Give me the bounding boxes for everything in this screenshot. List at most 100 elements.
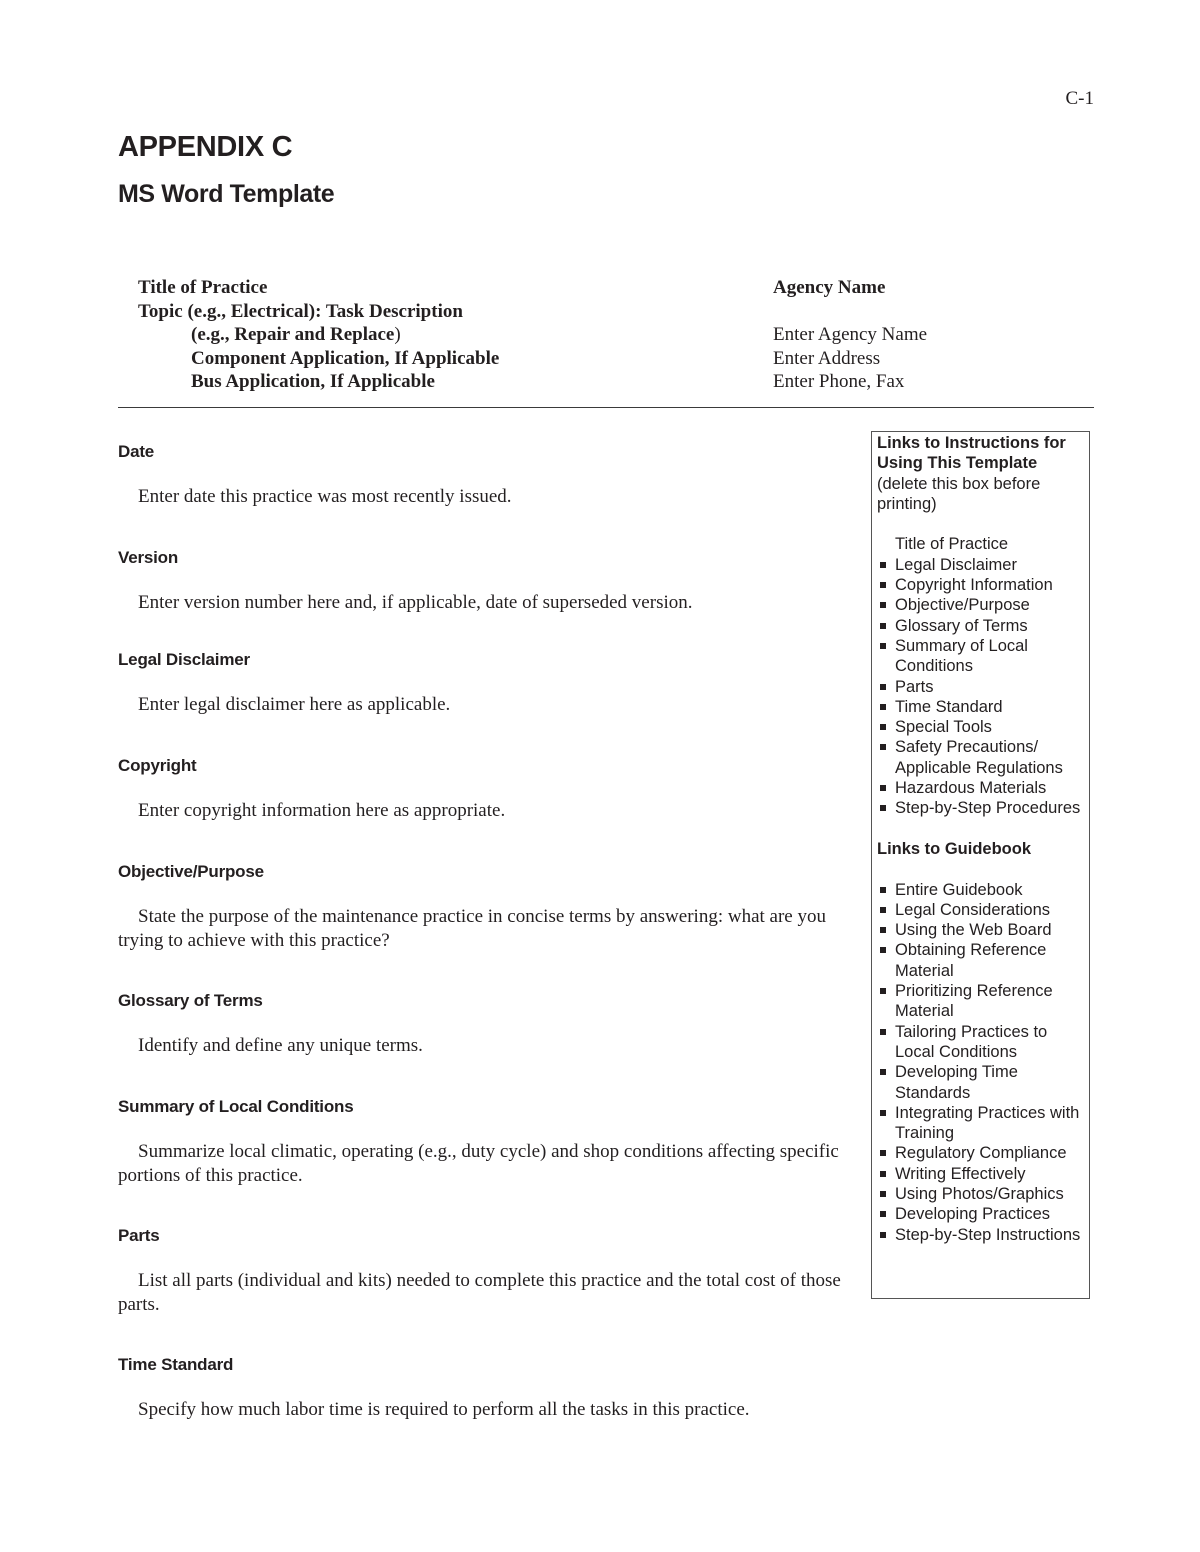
bullet-icon bbox=[880, 785, 886, 792]
section-legal-disclaimer: Legal Disclaimer Enter legal disclaimer … bbox=[118, 650, 850, 717]
instruction-link-copyright-information[interactable]: Copyright Information bbox=[877, 575, 1089, 595]
instruction-link-glossary-of-terms[interactable]: Glossary of Terms bbox=[877, 616, 1089, 636]
instruction-link-legal-disclaimer[interactable]: Legal Disclaimer bbox=[877, 555, 1089, 575]
link-label: Using the Web Board bbox=[895, 921, 1052, 940]
link-label: Time Standard bbox=[895, 697, 1003, 716]
practice-title: Title of Practice bbox=[138, 277, 268, 298]
agency-name-field: Enter Agency Name bbox=[773, 324, 928, 345]
section-body: Enter version number here and, if applic… bbox=[138, 592, 693, 613]
instruction-links-list: Title of Practice Legal Disclaimer Copyr… bbox=[877, 534, 1089, 818]
link-label: Copyright Information bbox=[895, 576, 1053, 595]
section-body: State the purpose of the maintenance pra… bbox=[118, 906, 826, 951]
bullet-icon bbox=[880, 642, 886, 649]
instruction-link-title-of-practice[interactable]: Title of Practice bbox=[877, 534, 1089, 554]
section-body: Enter legal disclaimer here as applicabl… bbox=[138, 694, 451, 715]
guidebook-link-writing-effectively[interactable]: Writing Effectively bbox=[877, 1164, 1089, 1184]
bullet-icon bbox=[880, 1028, 886, 1035]
instruction-link-time-standard[interactable]: Time Standard bbox=[877, 697, 1089, 717]
link-label: Safety Precautions/ Applicable Regulatio… bbox=[895, 738, 1063, 777]
link-label: Writing Effectively bbox=[895, 1164, 1026, 1183]
instruction-link-step-by-step-procedures[interactable]: Step-by-Step Procedures bbox=[877, 798, 1089, 818]
section-heading: Glossary of Terms bbox=[118, 991, 263, 1010]
bullet-icon bbox=[880, 1231, 886, 1238]
section-copyright: Copyright Enter copyright information he… bbox=[118, 756, 850, 823]
guidebook-link-regulatory-compliance[interactable]: Regulatory Compliance bbox=[877, 1143, 1089, 1163]
guidebook-link-step-by-step-instructions[interactable]: Step-by-Step Instructions bbox=[877, 1225, 1089, 1245]
agency-block: Agency Name Enter Agency Name Enter Addr… bbox=[773, 276, 927, 394]
bullet-icon bbox=[880, 683, 886, 690]
section-body: Enter date this practice was most recent… bbox=[138, 486, 512, 507]
section-time-standard: Time Standard Specify how much labor tim… bbox=[118, 1355, 850, 1422]
bullet-icon bbox=[880, 582, 886, 589]
section-body: List all parts (individual and kits) nee… bbox=[118, 1270, 841, 1315]
bullet-icon bbox=[880, 724, 886, 731]
guidebook-link-tailoring-practices[interactable]: Tailoring Practices to Local Conditions bbox=[877, 1022, 1089, 1063]
section-heading: Legal Disclaimer bbox=[118, 650, 250, 669]
instruction-link-parts[interactable]: Parts bbox=[877, 677, 1089, 697]
link-label: Objective/Purpose bbox=[895, 596, 1030, 615]
task-example-close-paren: ) bbox=[394, 324, 401, 345]
instruction-link-summary-of-local-conditions[interactable]: Summary of Local Conditions bbox=[877, 636, 1089, 677]
practice-header: Title of Practice Topic (e.g., Electrica… bbox=[138, 276, 499, 394]
guidebook-link-integrating-practices[interactable]: Integrating Practices with Training bbox=[877, 1103, 1089, 1144]
guidebook-link-developing-practices[interactable]: Developing Practices bbox=[877, 1204, 1089, 1224]
bullet-icon bbox=[880, 1069, 886, 1076]
link-label: Step-by-Step Instructions bbox=[895, 1225, 1081, 1244]
appendix-subtitle: MS Word Template bbox=[118, 180, 335, 208]
section-heading: Time Standard bbox=[118, 1355, 234, 1374]
bullet-icon bbox=[880, 602, 886, 609]
guidebook-link-obtaining-reference-material[interactable]: Obtaining Reference Material bbox=[877, 940, 1089, 981]
link-label: Legal Considerations bbox=[895, 900, 1051, 919]
section-body: Enter copyright information here as appr… bbox=[138, 800, 506, 821]
link-label: Hazardous Materials bbox=[895, 779, 1047, 798]
guidebook-link-entire-guidebook[interactable]: Entire Guidebook bbox=[877, 880, 1089, 900]
section-heading: Date bbox=[118, 442, 155, 461]
link-label: Entire Guidebook bbox=[895, 880, 1023, 899]
instructions-links-box: Links to Instructions for Using This Tem… bbox=[871, 431, 1090, 1299]
component-application: Component Application, If Applicable bbox=[191, 347, 500, 369]
instruction-link-objective-purpose[interactable]: Objective/Purpose bbox=[877, 595, 1089, 615]
instruction-link-hazardous-materials[interactable]: Hazardous Materials bbox=[877, 778, 1089, 798]
bullet-icon bbox=[880, 622, 886, 629]
bullet-icon bbox=[880, 1150, 886, 1157]
link-label: Glossary of Terms bbox=[895, 616, 1028, 635]
section-summary-of-local-conditions: Summary of Local Conditions Summarize lo… bbox=[118, 1097, 850, 1188]
bullet-icon bbox=[880, 744, 886, 751]
guidebook-link-prioritizing-reference-material[interactable]: Prioritizing Reference Material bbox=[877, 981, 1089, 1022]
bullet-icon bbox=[880, 703, 886, 710]
guidebook-link-using-the-web-board[interactable]: Using the Web Board bbox=[877, 920, 1089, 940]
bullet-icon bbox=[880, 1190, 886, 1197]
section-heading: Parts bbox=[118, 1226, 160, 1245]
agency-label: Agency Name bbox=[773, 277, 886, 298]
link-label: Developing Practices bbox=[895, 1205, 1050, 1224]
section-date: Date Enter date this practice was most r… bbox=[118, 442, 850, 509]
instruction-link-safety-precautions[interactable]: Safety Precautions/ Applicable Regulatio… bbox=[877, 737, 1089, 778]
practice-task-example: (e.g., Repair and Replace) bbox=[138, 323, 499, 347]
practice-topic: Topic (e.g., Electrical): Task Descripti… bbox=[138, 300, 463, 322]
guidebook-links-list: Entire Guidebook Legal Considerations Us… bbox=[877, 880, 1089, 1245]
instructions-box-title: Links to Instructions for Using This Tem… bbox=[877, 434, 1066, 473]
bullet-icon bbox=[880, 1109, 886, 1116]
header-divider bbox=[118, 407, 1094, 408]
bus-application: Bus Application, If Applicable bbox=[191, 371, 435, 392]
link-label: Summary of Local Conditions bbox=[895, 636, 1028, 676]
appendix-title: APPENDIX C bbox=[118, 131, 293, 163]
link-label: Developing Time Standards bbox=[895, 1063, 1018, 1102]
bullet-icon bbox=[880, 906, 886, 913]
bullet-icon bbox=[880, 1211, 886, 1218]
bullet-icon bbox=[880, 988, 886, 995]
guidebook-link-using-photos-graphics[interactable]: Using Photos/Graphics bbox=[877, 1184, 1089, 1204]
agency-address-field: Enter Address bbox=[773, 347, 881, 369]
instruction-link-special-tools[interactable]: Special Tools bbox=[877, 717, 1089, 737]
section-glossary-of-terms: Glossary of Terms Identify and define an… bbox=[118, 991, 850, 1058]
section-heading: Version bbox=[118, 548, 179, 567]
section-body: Specify how much labor time is required … bbox=[138, 1399, 750, 1420]
link-label: Parts bbox=[895, 677, 934, 696]
guidebook-link-developing-time-standards[interactable]: Developing Time Standards bbox=[877, 1062, 1089, 1103]
instructions-box-note: (delete this box before printing) bbox=[877, 474, 1041, 513]
bullet-icon bbox=[880, 805, 886, 812]
guidebook-link-legal-considerations[interactable]: Legal Considerations bbox=[877, 900, 1089, 920]
section-objective-purpose: Objective/Purpose State the purpose of t… bbox=[118, 862, 850, 953]
section-heading: Copyright bbox=[118, 756, 197, 775]
section-version: Version Enter version number here and, i… bbox=[118, 548, 850, 615]
